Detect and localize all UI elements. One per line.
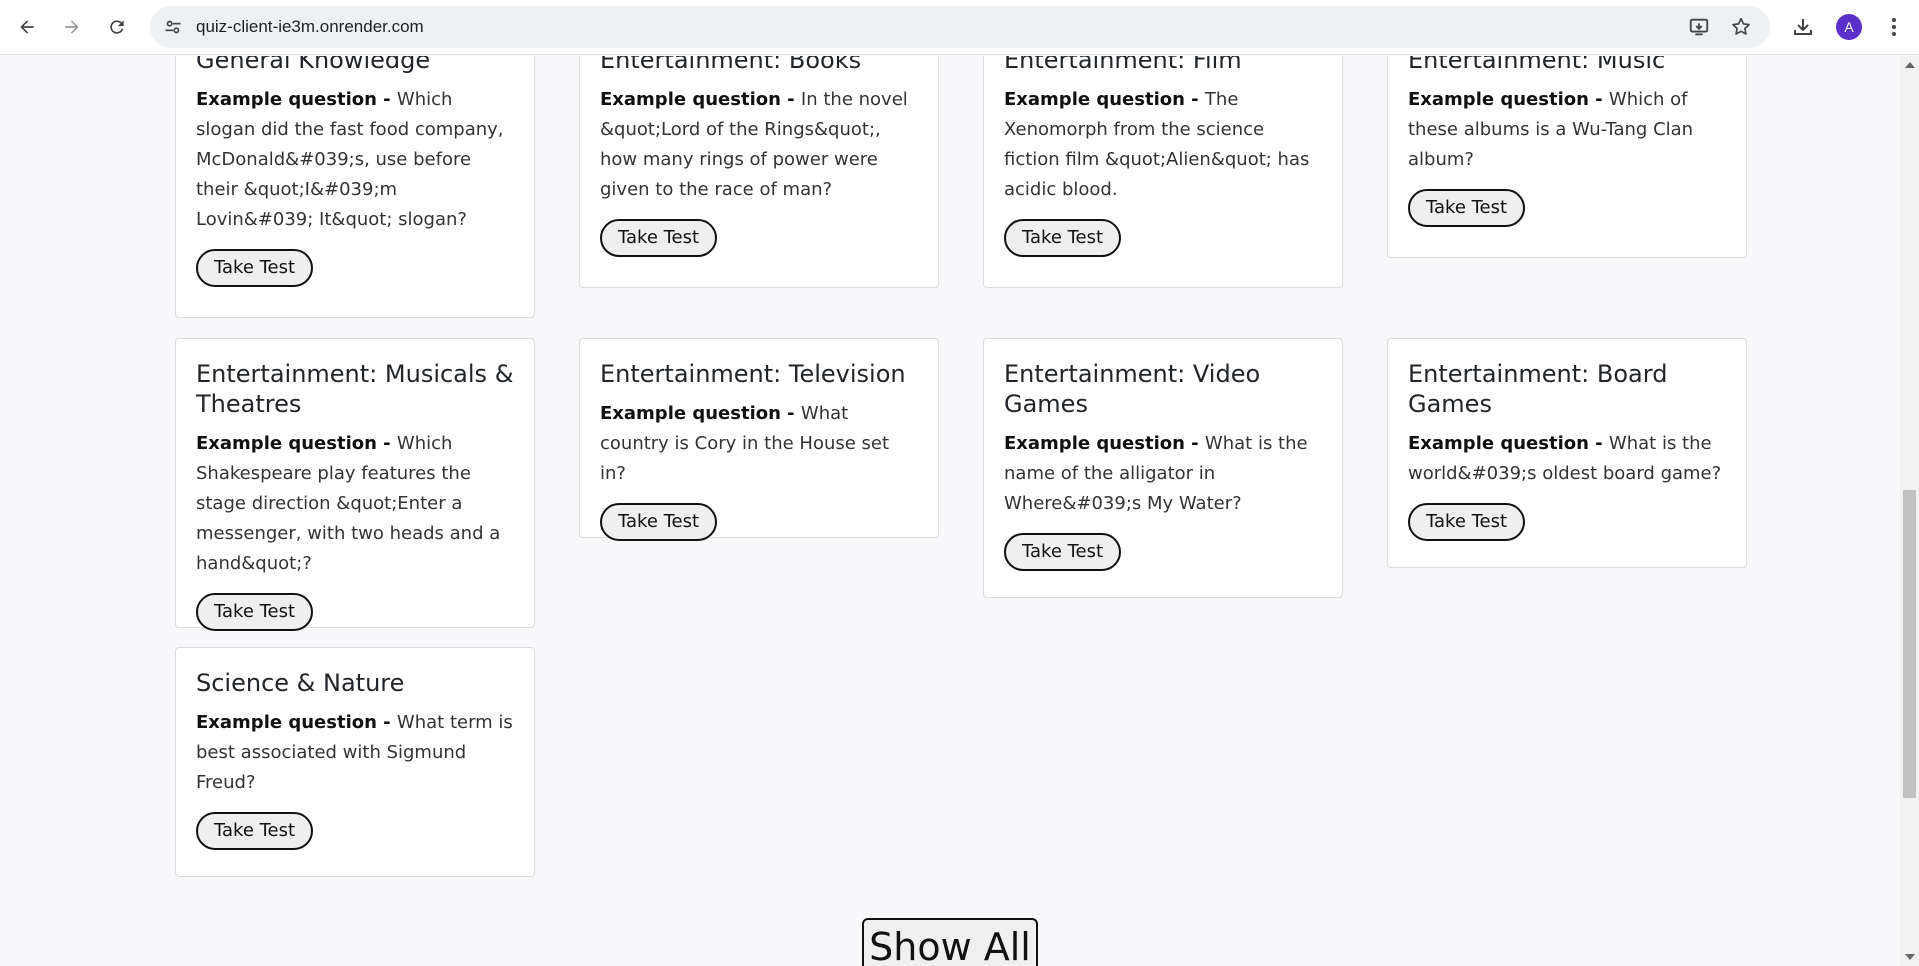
forward-button[interactable] [54,9,90,45]
card-question: Example question - Which Shakespeare pla… [196,429,514,579]
address-bar[interactable]: quiz-client-ie3m.onrender.com [150,6,1770,48]
install-app-icon [1689,18,1709,36]
category-card-board-games: Entertainment: Board Games Example quest… [1387,338,1747,568]
question-text: Which Shakespeare play features the stag… [196,433,501,574]
take-test-button[interactable]: Take Test [1004,533,1122,571]
downloads-button[interactable] [1789,13,1817,41]
card-question: Example question - What country is Cory … [600,399,918,489]
bookmark-button[interactable] [1728,14,1754,40]
take-test-button[interactable]: Take Test [196,593,314,631]
category-card-television: Entertainment: Television Example questi… [579,338,939,541]
example-label: Example question - [600,89,801,110]
card-question: Example question - What is the name of t… [1004,429,1322,519]
example-label: Example question - [1004,89,1205,110]
card-question: Example question - The Xenomorph from th… [1004,85,1322,205]
card-question: Example question - What term is best ass… [196,708,514,798]
quiz-category-list: General Knowledge Example question - Whi… [0,56,1900,966]
take-test-button[interactable]: Take Test [600,503,718,541]
tune-icon [165,20,181,34]
card-title: General Knowledge [196,56,431,74]
example-label: Example question - [196,712,397,733]
back-button[interactable] [9,9,45,45]
example-label: Example question - [196,89,397,110]
page-scrollbar[interactable] [1900,56,1919,966]
profile-avatar[interactable]: A [1836,14,1862,40]
take-test-button[interactable]: Take Test [1408,189,1526,227]
reload-button[interactable] [99,9,135,45]
card-question: Example question - In the novel &quot;Lo… [600,85,918,205]
take-test-button[interactable]: Take Test [196,812,314,850]
scroll-down-arrow[interactable] [1905,954,1915,960]
example-label: Example question - [600,403,801,424]
card-question: Example question - Which of these albums… [1408,85,1726,175]
browser-toolbar: quiz-client-ie3m.onrender.com A [0,0,1919,55]
category-card-video-games: Entertainment: Video Games Example quest… [983,338,1343,598]
category-card-music: Entertainment: Music Example question - … [1387,56,1747,258]
take-test-button[interactable]: Take Test [1408,503,1526,541]
category-card-musicals-theatres: Entertainment: Musicals & Theatres Examp… [175,338,535,631]
category-card-books: Entertainment: Books Example question - … [579,56,939,288]
card-title: Science & Nature [196,669,405,697]
card-title: Entertainment: Music [1408,56,1666,74]
example-label: Example question - [1004,433,1205,454]
browser-menu-button[interactable] [1880,13,1908,41]
card-title: Entertainment: Musicals & Theatres [196,360,514,418]
scroll-thumb[interactable] [1903,490,1916,798]
take-test-button[interactable]: Take Test [196,249,314,287]
example-label: Example question - [196,433,397,454]
take-test-button[interactable]: Take Test [1004,219,1122,257]
kebab-menu-icon [1892,18,1896,36]
category-card-general-knowledge: General Knowledge Example question - Whi… [175,56,535,318]
take-test-button[interactable]: Take Test [600,219,718,257]
show-all-button[interactable]: Show All [862,918,1038,966]
example-label: Example question - [1408,89,1609,110]
category-card-science-nature: Science & Nature Example question - What… [175,647,535,877]
card-title: Entertainment: Film [1004,56,1242,74]
arrow-left-icon [20,20,34,34]
card-title: Entertainment: Video Games [1004,360,1261,418]
scroll-up-arrow[interactable] [1905,62,1915,68]
card-question: Example question - Which slogan did the … [196,85,514,235]
site-info-button[interactable] [162,16,184,38]
reload-icon [110,20,124,34]
card-title: Entertainment: Books [600,56,862,74]
star-icon [1732,17,1750,35]
url-text[interactable]: quiz-client-ie3m.onrender.com [196,17,424,37]
download-icon [1794,19,1812,35]
question-text: Which slogan did the fast food company, … [196,89,504,230]
arrow-right-icon [65,20,79,34]
card-title: Entertainment: Board Games [1408,360,1668,418]
card-question: Example question - What is the world&#03… [1408,429,1726,489]
category-card-film: Entertainment: Film Example question - T… [983,56,1343,288]
install-app-button[interactable] [1686,14,1712,40]
card-title: Entertainment: Television [600,360,906,388]
example-label: Example question - [1408,433,1609,454]
